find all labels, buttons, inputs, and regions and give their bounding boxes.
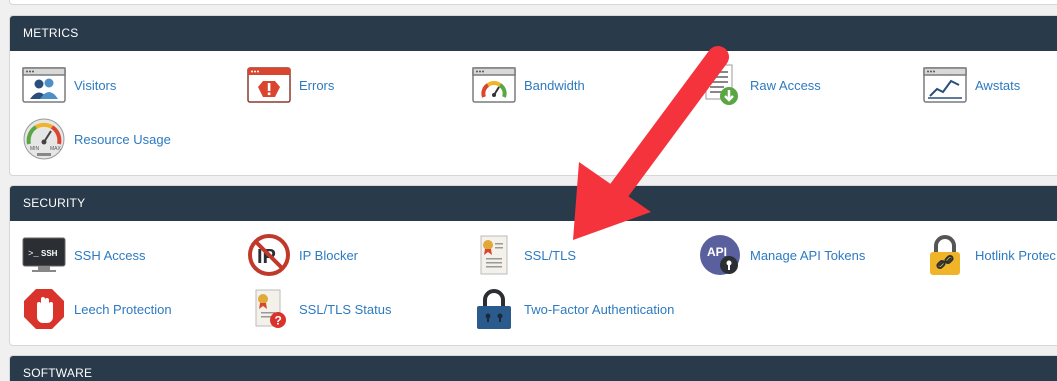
hotlink-protection-label: Hotlink Protec — [975, 247, 1056, 263]
visitors-label: Visitors — [74, 77, 117, 93]
two-factor-authentication-label: Two-Factor Authentication — [524, 301, 675, 317]
resource-usage-label: Resource Usage — [74, 131, 171, 147]
previous-panel-edge — [9, 0, 1057, 5]
software-header[interactable]: SOFTWARE — [10, 356, 1057, 381]
gauge-max-text: MAX — [50, 146, 62, 152]
gauge-min-text: MIN — [30, 146, 40, 152]
resource-usage-icon: MIN MAX — [22, 117, 66, 161]
security-panel: SECURITY >_ SSH SSH Access IP IP Blocker… — [9, 185, 1057, 346]
metrics-panel: METRICS Visitors Errors Bandwidth Raw Ac… — [9, 15, 1057, 176]
security-item-ssl-tls-status[interactable]: ? SSL/TLS Status — [247, 285, 392, 333]
awstats-icon — [923, 63, 967, 107]
raw-access-label: Raw Access — [750, 77, 821, 93]
metrics-item-awstats[interactable]: Awstats — [923, 61, 1020, 109]
security-item-ssl-tls[interactable]: SSL/TLS — [472, 231, 576, 279]
api-tokens-icon: API — [698, 233, 742, 277]
svg-text:>_: >_ — [28, 249, 39, 259]
leech-protection-label: Leech Protection — [74, 301, 172, 317]
api-text: API — [707, 245, 727, 259]
ssl-tls-label: SSL/TLS — [524, 247, 577, 263]
ssh-text: SSH — [41, 249, 58, 258]
cpanel-page: METRICS Visitors Errors Bandwidth Raw Ac… — [0, 0, 1057, 381]
security-header[interactable]: SECURITY — [10, 186, 1057, 221]
errors-label: Errors — [299, 77, 335, 93]
ssh-terminal-icon: >_ SSH — [22, 233, 66, 277]
awstats-label: Awstats — [975, 77, 1021, 93]
bandwidth-label: Bandwidth — [524, 77, 585, 93]
manage-api-tokens-label: Manage API Tokens — [750, 247, 866, 263]
leech-hand-icon — [22, 287, 66, 331]
raw-access-icon — [698, 63, 742, 107]
security-item-manage-api-tokens[interactable]: API Manage API Tokens — [698, 231, 865, 279]
metrics-item-resource-usage[interactable]: MIN MAX Resource Usage — [22, 115, 171, 163]
errors-icon — [247, 63, 291, 107]
ssl-status-icon: ? — [247, 287, 291, 331]
security-item-hotlink-protection[interactable]: Hotlink Protec — [923, 231, 1056, 279]
ssl-tls-status-label: SSL/TLS Status — [299, 301, 392, 317]
ssh-access-label: SSH Access — [74, 247, 146, 263]
metrics-item-raw-access[interactable]: Raw Access — [698, 61, 821, 109]
hotlink-lock-icon — [923, 233, 967, 277]
metrics-item-bandwidth[interactable]: Bandwidth — [472, 61, 585, 109]
security-item-ssh-access[interactable]: >_ SSH SSH Access — [22, 231, 146, 279]
metrics-item-errors[interactable]: Errors — [247, 61, 334, 109]
ssl-certificate-icon — [472, 233, 516, 277]
security-item-leech-protection[interactable]: Leech Protection — [22, 285, 172, 333]
svg-text:?: ? — [275, 314, 282, 328]
visitors-icon — [22, 63, 66, 107]
bandwidth-icon — [472, 63, 516, 107]
padlock-icon — [472, 287, 516, 331]
software-panel: SOFTWARE — [9, 355, 1057, 381]
metrics-header[interactable]: METRICS — [10, 16, 1057, 51]
ip-blocker-label: IP Blocker — [299, 247, 359, 263]
security-item-ip-blocker[interactable]: IP IP Blocker — [247, 231, 358, 279]
security-item-two-factor-authentication[interactable]: Two-Factor Authentication — [472, 285, 674, 333]
ip-blocker-icon: IP — [247, 233, 291, 277]
metrics-item-visitors[interactable]: Visitors — [22, 61, 116, 109]
